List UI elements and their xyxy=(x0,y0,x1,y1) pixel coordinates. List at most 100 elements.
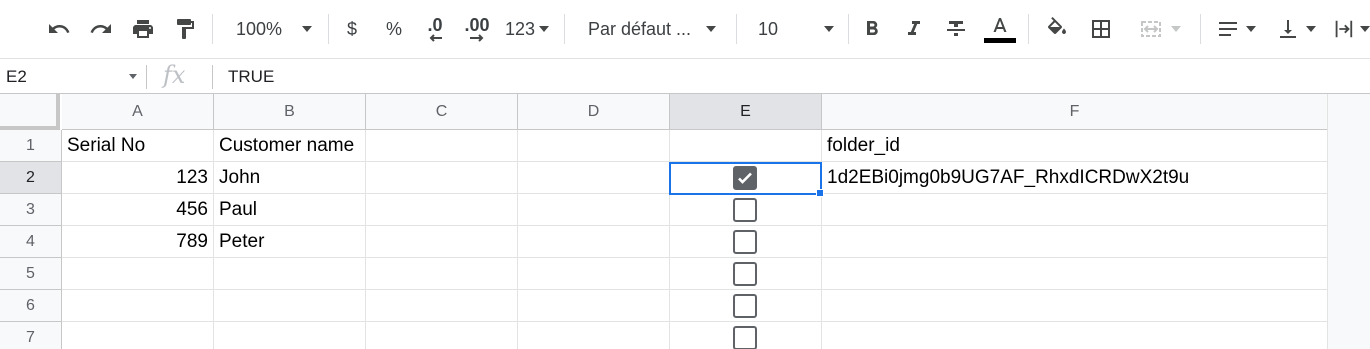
cell-e1[interactable] xyxy=(670,130,822,162)
cell-d7[interactable] xyxy=(518,322,670,349)
cell-f7[interactable] xyxy=(822,322,1328,349)
paint-format-icon[interactable] xyxy=(168,11,202,47)
formula-input[interactable]: TRUE xyxy=(228,67,274,87)
increase-decimal-button[interactable]: .00 xyxy=(460,11,494,47)
cell-d3[interactable] xyxy=(518,194,670,226)
strikethrough-icon[interactable] xyxy=(940,11,972,47)
cell-a6[interactable] xyxy=(62,290,214,322)
column-header-d[interactable]: D xyxy=(518,94,670,130)
checkbox-checked[interactable] xyxy=(733,166,757,190)
cell-b2[interactable]: John xyxy=(214,162,366,194)
cell-c5[interactable] xyxy=(366,258,518,290)
horizontal-align-button[interactable] xyxy=(1210,11,1262,47)
cell-d5[interactable] xyxy=(518,258,670,290)
checkbox-unchecked[interactable] xyxy=(733,326,757,349)
formula-divider xyxy=(146,65,147,89)
cell-f2[interactable]: 1d2EBi0jmg0b9UG7AF_RhxdICRDwX2t9u xyxy=(822,162,1328,194)
cell-a4[interactable]: 789 xyxy=(62,226,214,258)
font-size-select[interactable]: 10 xyxy=(748,11,840,47)
row-header-5[interactable]: 5 xyxy=(0,258,62,290)
font-family-value: Par défaut ... xyxy=(588,18,692,39)
zoom-value: 100% xyxy=(236,18,283,39)
italic-icon[interactable] xyxy=(898,11,930,47)
text-color-icon[interactable] xyxy=(982,11,1018,47)
column-header-b[interactable]: B xyxy=(214,94,366,130)
cell-e5[interactable] xyxy=(670,258,822,290)
print-icon[interactable] xyxy=(126,11,160,47)
cell-a2[interactable]: 123 xyxy=(62,162,214,194)
column-header-f[interactable]: F xyxy=(822,94,1328,130)
checkbox-unchecked[interactable] xyxy=(733,262,757,286)
formula-bar: E2 fx TRUE xyxy=(0,58,1370,94)
cell-c1[interactable] xyxy=(366,130,518,162)
row-header-2[interactable]: 2 xyxy=(0,162,62,194)
grid-right-gutter xyxy=(1327,94,1370,349)
decrease-decimal-button[interactable]: .0 xyxy=(418,11,452,47)
cell-b1[interactable]: Customer name xyxy=(214,130,366,162)
toolbar-divider xyxy=(1200,14,1201,44)
fill-handle[interactable] xyxy=(816,189,824,197)
cell-e6[interactable] xyxy=(670,290,822,322)
borders-icon[interactable] xyxy=(1084,11,1118,47)
text-color-swatch xyxy=(984,37,1016,43)
currency-format-button[interactable]: $ xyxy=(336,11,368,47)
cell-c3[interactable] xyxy=(366,194,518,226)
cell-e2[interactable] xyxy=(670,162,822,194)
row-header-3[interactable]: 3 xyxy=(0,194,62,226)
checkbox-unchecked[interactable] xyxy=(733,198,757,222)
cell-d2[interactable] xyxy=(518,162,670,194)
cell-f3[interactable] xyxy=(822,194,1328,226)
cell-e4[interactable] xyxy=(670,226,822,258)
select-all-corner[interactable] xyxy=(0,94,60,130)
cell-a3[interactable]: 456 xyxy=(62,194,214,226)
row-header-7[interactable]: 7 xyxy=(0,322,62,349)
cell-reference: E2 xyxy=(6,67,27,86)
bold-icon[interactable] xyxy=(856,11,888,47)
cell-c6[interactable] xyxy=(366,290,518,322)
percent-format-button[interactable]: % xyxy=(378,11,410,47)
cell-b7[interactable] xyxy=(214,322,366,349)
vertical-align-button[interactable] xyxy=(1268,11,1324,47)
cell-d6[interactable] xyxy=(518,290,670,322)
cell-b3[interactable]: Paul xyxy=(214,194,366,226)
cell-f5[interactable] xyxy=(822,258,1328,290)
cell-f6[interactable] xyxy=(822,290,1328,322)
cell-c2[interactable] xyxy=(366,162,518,194)
row-header-6[interactable]: 6 xyxy=(0,290,62,322)
fill-color-icon[interactable] xyxy=(1040,11,1074,47)
cell-c7[interactable] xyxy=(366,322,518,349)
undo-icon[interactable] xyxy=(42,11,76,47)
column-header-e[interactable]: E xyxy=(670,94,822,130)
cell-c4[interactable] xyxy=(366,226,518,258)
cell-a5[interactable] xyxy=(62,258,214,290)
font-family-select[interactable]: Par défaut ... xyxy=(578,11,728,47)
cell-e3[interactable] xyxy=(670,194,822,226)
chevron-down-icon xyxy=(1171,26,1181,32)
cell-b6[interactable] xyxy=(214,290,366,322)
cell-a7[interactable] xyxy=(62,322,214,349)
cell-d1[interactable] xyxy=(518,130,670,162)
cell-d4[interactable] xyxy=(518,226,670,258)
cell-b4[interactable]: Peter xyxy=(214,226,366,258)
more-formats-button[interactable]: 123 xyxy=(500,11,554,47)
column-header-c[interactable]: C xyxy=(366,94,518,130)
text-wrap-button[interactable] xyxy=(1330,11,1370,47)
checkbox-unchecked[interactable] xyxy=(733,230,757,254)
chevron-down-icon xyxy=(1306,26,1316,32)
cell-a1[interactable]: Serial No xyxy=(62,130,214,162)
cell-f1[interactable]: folder_id xyxy=(822,130,1328,162)
align-icon xyxy=(1219,22,1237,36)
name-box[interactable]: E2 xyxy=(0,59,145,94)
checkbox-unchecked[interactable] xyxy=(733,294,757,318)
toolbar-divider xyxy=(212,14,213,44)
cell-b5[interactable] xyxy=(214,258,366,290)
cell-e7[interactable] xyxy=(670,322,822,349)
zoom-select[interactable]: 100% xyxy=(226,11,320,47)
row-header-1[interactable]: 1 xyxy=(0,130,62,162)
cell-f4[interactable] xyxy=(822,226,1328,258)
merge-cells-button[interactable] xyxy=(1130,11,1190,47)
vertical-align-bottom-icon xyxy=(1280,20,1296,38)
row-header-4[interactable]: 4 xyxy=(0,226,62,258)
column-header-a[interactable]: A xyxy=(62,94,214,130)
redo-icon[interactable] xyxy=(84,11,118,47)
